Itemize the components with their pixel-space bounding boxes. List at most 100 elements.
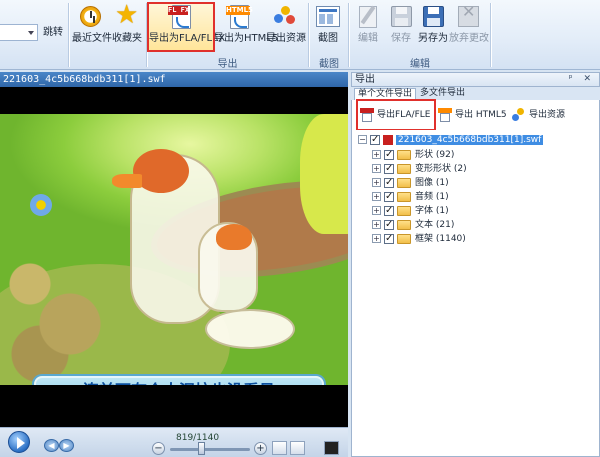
export-html5-label: 导出 HTML5: [455, 110, 507, 120]
tree-item[interactable]: + 形状 (92): [372, 148, 455, 162]
edit-icon: [355, 4, 381, 30]
folder-icon: [397, 233, 411, 244]
address-input[interactable]: [0, 24, 38, 41]
discard-changes-button[interactable]: 放弃更改: [449, 4, 489, 50]
screenshot-label: 截图: [318, 33, 338, 44]
export-panel-title: 导出 ᵖ ✕: [351, 72, 600, 87]
tree-checkbox[interactable]: [384, 190, 394, 203]
group-separator: [68, 3, 69, 67]
fla-export-icon: [360, 107, 374, 122]
html5-export-icon: [438, 107, 452, 122]
subtitle-caption: 连前面有个大泥坑也没看见: [34, 376, 324, 385]
folder-icon: [397, 149, 411, 160]
preview-title-bar: 221603_4c5b668bdb311[1].swf: [0, 72, 348, 87]
folder-icon: [397, 219, 411, 230]
zoom-out-button[interactable]: −: [152, 442, 165, 455]
screenshot-button[interactable]: 截图: [313, 4, 343, 50]
clock-icon: [77, 4, 103, 30]
tree-item-label: 图像 (1): [415, 178, 449, 188]
tree-checkbox[interactable]: [384, 232, 394, 245]
tree-item[interactable]: + 音频 (1): [372, 190, 449, 204]
export-fla-flex-button[interactable]: FL FX 导出为FLA/FLEX: [147, 2, 225, 52]
frame-slider-thumb[interactable]: [198, 442, 205, 455]
expand-icon[interactable]: +: [372, 206, 381, 215]
favorites-label: 收藏夹: [112, 33, 142, 44]
tree-item-label: 字体 (1): [415, 206, 449, 216]
discard-changes-label: 放弃更改: [449, 33, 489, 44]
save-label: 保存: [391, 33, 411, 44]
export-html5-button[interactable]: HTML5 导出为HTML5: [214, 4, 278, 50]
expand-icon[interactable]: +: [372, 164, 381, 173]
background-color-button[interactable]: [324, 441, 339, 455]
folder-icon: [397, 163, 411, 174]
chevron-down-icon[interactable]: [28, 31, 34, 35]
tree-item[interactable]: + 变形形状 (2): [372, 162, 467, 176]
tree-item[interactable]: + 字体 (1): [372, 204, 449, 218]
goose-beak: [112, 174, 142, 188]
group-separator: [348, 3, 349, 67]
group-separator: [308, 3, 309, 67]
zoom-in-button[interactable]: +: [254, 442, 267, 455]
tree-item-label: 框架 (1140): [415, 234, 466, 244]
prev-frame-button[interactable]: ◀: [44, 439, 59, 452]
tree-checkbox[interactable]: [370, 133, 380, 146]
fit-view-button[interactable]: [272, 441, 287, 455]
export-fla-button[interactable]: 导出FLA/FLE: [355, 99, 437, 131]
save-button[interactable]: 保存: [387, 4, 415, 50]
collapse-icon[interactable]: −: [358, 135, 367, 144]
expand-icon[interactable]: +: [372, 192, 381, 201]
group-separator: [490, 3, 491, 67]
expand-icon[interactable]: +: [372, 220, 381, 229]
tree-item-label: 变形形状 (2): [415, 164, 467, 174]
export-resources-label: 导出资源: [266, 33, 306, 44]
tree-checkbox[interactable]: [384, 148, 394, 161]
tree-checkbox[interactable]: [384, 204, 394, 217]
goto-button[interactable]: 跳转: [40, 24, 66, 41]
group-separator: [146, 3, 147, 67]
group-label-export: 导出: [217, 59, 238, 70]
tree-checkbox[interactable]: [384, 218, 394, 231]
tree-item[interactable]: + 文本 (21): [372, 218, 454, 232]
export-resources-button[interactable]: 导出资源: [266, 4, 306, 50]
group-label-edit: 编辑: [410, 59, 430, 70]
save-as-button[interactable]: 另存为: [418, 4, 448, 50]
export-html5-button-panel[interactable]: 导出 HTML5: [438, 104, 507, 126]
expand-icon[interactable]: +: [372, 150, 381, 159]
edit-button[interactable]: 编辑: [354, 4, 382, 50]
swf-preview-stage[interactable]: 连前面有个大泥坑也没看见: [0, 87, 348, 427]
scene-tree: [300, 114, 348, 234]
animation-frame: 连前面有个大泥坑也没看见: [0, 114, 348, 385]
tab-single-file-export[interactable]: 单个文件导出: [354, 88, 417, 100]
ribbon: 跳转 最近文件 ★ 收藏夹 FL FX 导出为FLA/FLEX HTML5 导出…: [0, 0, 600, 70]
export-tabs: 单个文件导出 多文件导出: [351, 87, 600, 100]
panel-pin-close-icons[interactable]: ᵖ ✕: [569, 73, 595, 86]
tree-checkbox[interactable]: [384, 176, 394, 189]
frame-slider-track[interactable]: [170, 448, 250, 451]
resource-tree: − 221603_4c5b668bdb311[1].swf + 形状 (92) + 变…: [351, 130, 600, 457]
expand-icon[interactable]: +: [372, 234, 381, 243]
tab-multi-file-export[interactable]: 多文件导出: [417, 88, 468, 100]
playback-controls: ◀ ▶ 819/1140 − +: [0, 427, 348, 457]
tree-root-label: 221603_4c5b668bdb311[1].swf: [396, 135, 544, 145]
tree-item[interactable]: + 框架 (1140): [372, 232, 466, 246]
play-button[interactable]: [8, 431, 30, 453]
favorites-button[interactable]: ★ 收藏夹: [110, 2, 144, 50]
resources-icon: [272, 4, 298, 30]
tree-root[interactable]: − 221603_4c5b668bdb311[1].swf: [358, 133, 544, 147]
html5-export-icon: HTML5: [226, 4, 253, 30]
discard-icon: [455, 4, 481, 30]
expand-icon[interactable]: +: [372, 178, 381, 187]
save-as-icon: [420, 4, 446, 30]
resources-icon: [512, 107, 526, 122]
recent-files-label: 最近文件: [72, 33, 112, 44]
magnifier-icon[interactable]: [290, 441, 305, 455]
tree-checkbox[interactable]: [384, 162, 394, 175]
export-resources-label: 导出资源: [529, 110, 566, 120]
next-frame-button[interactable]: ▶: [59, 439, 74, 452]
tree-item[interactable]: + 图像 (1): [372, 176, 449, 190]
tree-item-label: 形状 (92): [415, 150, 455, 160]
tree-item-label: 音频 (1): [415, 192, 449, 202]
folder-icon: [397, 191, 411, 202]
export-resources-button-panel[interactable]: 导出资源: [512, 104, 565, 126]
recent-files-button[interactable]: 最近文件: [72, 4, 112, 50]
